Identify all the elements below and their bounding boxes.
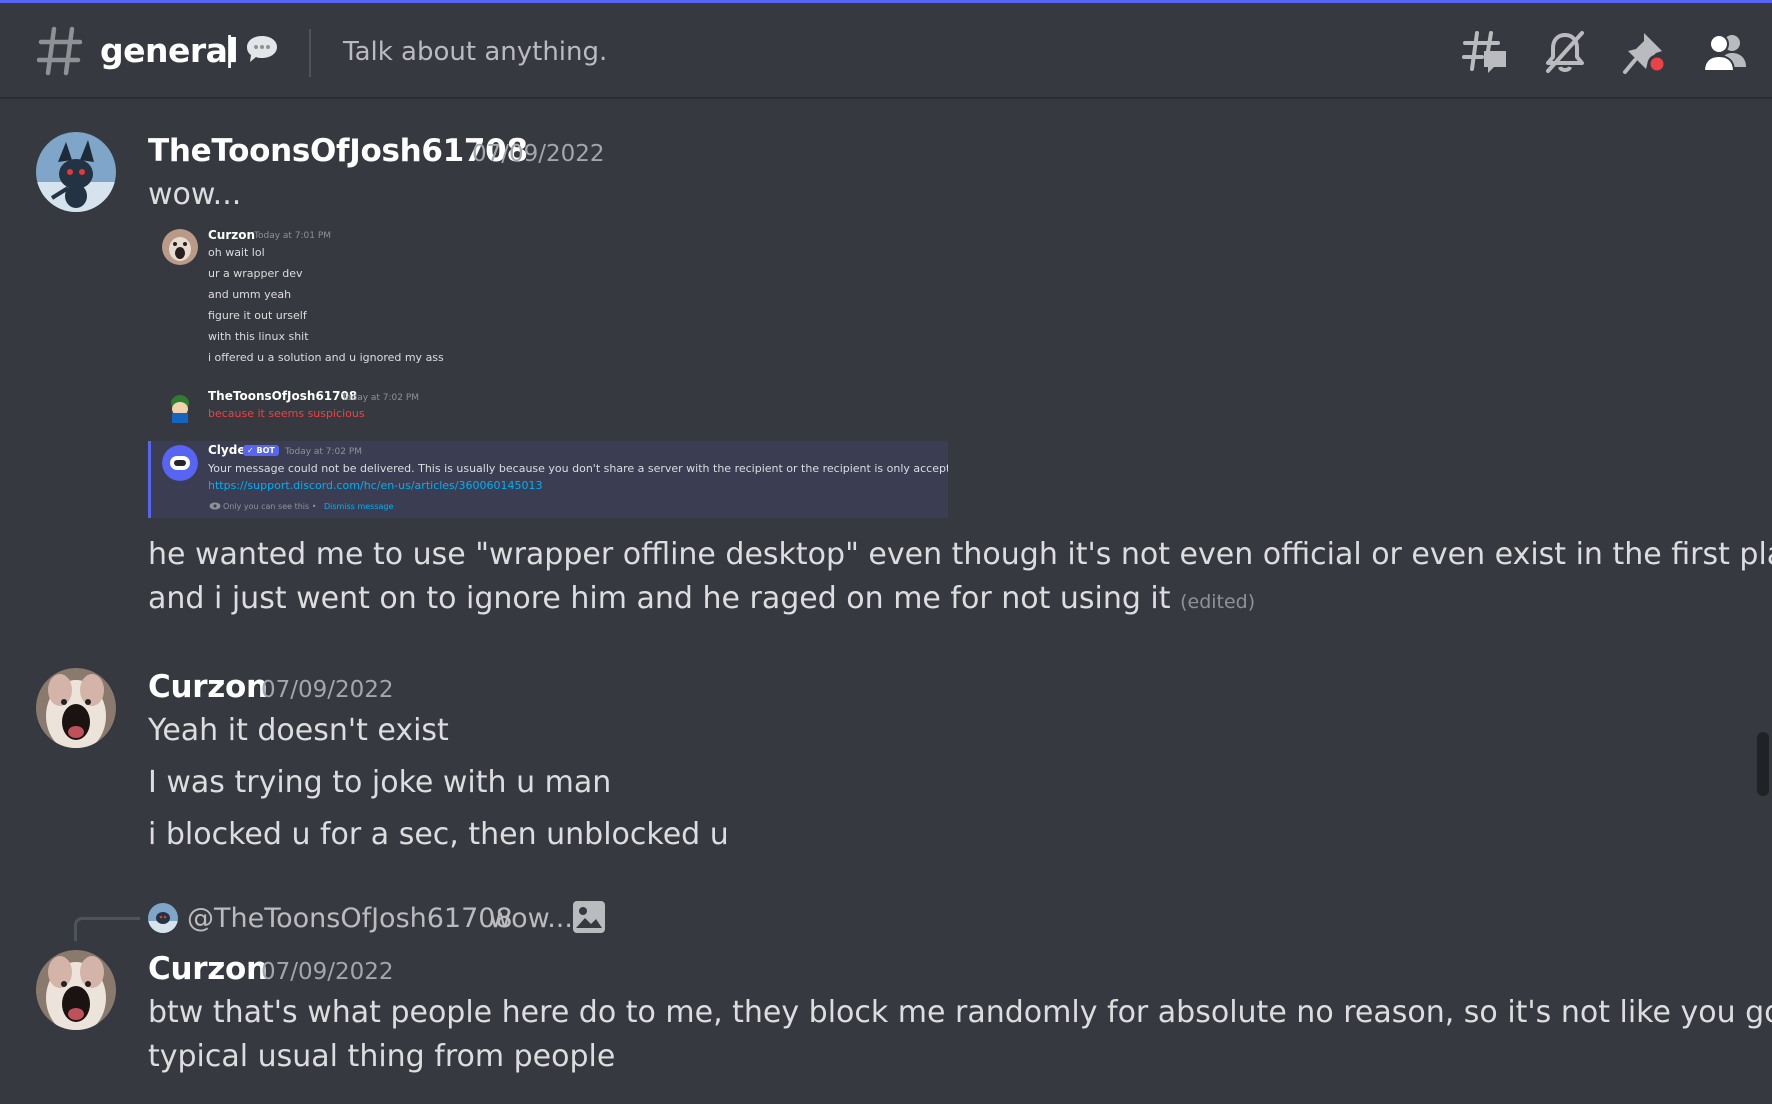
message-username[interactable]: Curzon [148, 951, 268, 987]
message-timestamp: 07/09/2022 [261, 959, 394, 985]
avatar[interactable] [148, 903, 178, 933]
image-attachment-icon [573, 901, 605, 933]
avatar[interactable] [36, 950, 116, 1030]
scrollbar-thumb[interactable] [1757, 732, 1769, 796]
message-text: typical usual thing from people [148, 1039, 616, 1074]
reply-mention[interactable]: @TheToonsOfJosh61708 [187, 903, 513, 934]
message-group: @TheToonsOfJosh61708 wow... Curzon 07/09… [0, 0, 1772, 1104]
reply-preview[interactable]: wow... [489, 903, 573, 934]
message-text: btw that's what people here do to me, th… [148, 995, 1772, 1030]
reply-spine [74, 917, 140, 941]
